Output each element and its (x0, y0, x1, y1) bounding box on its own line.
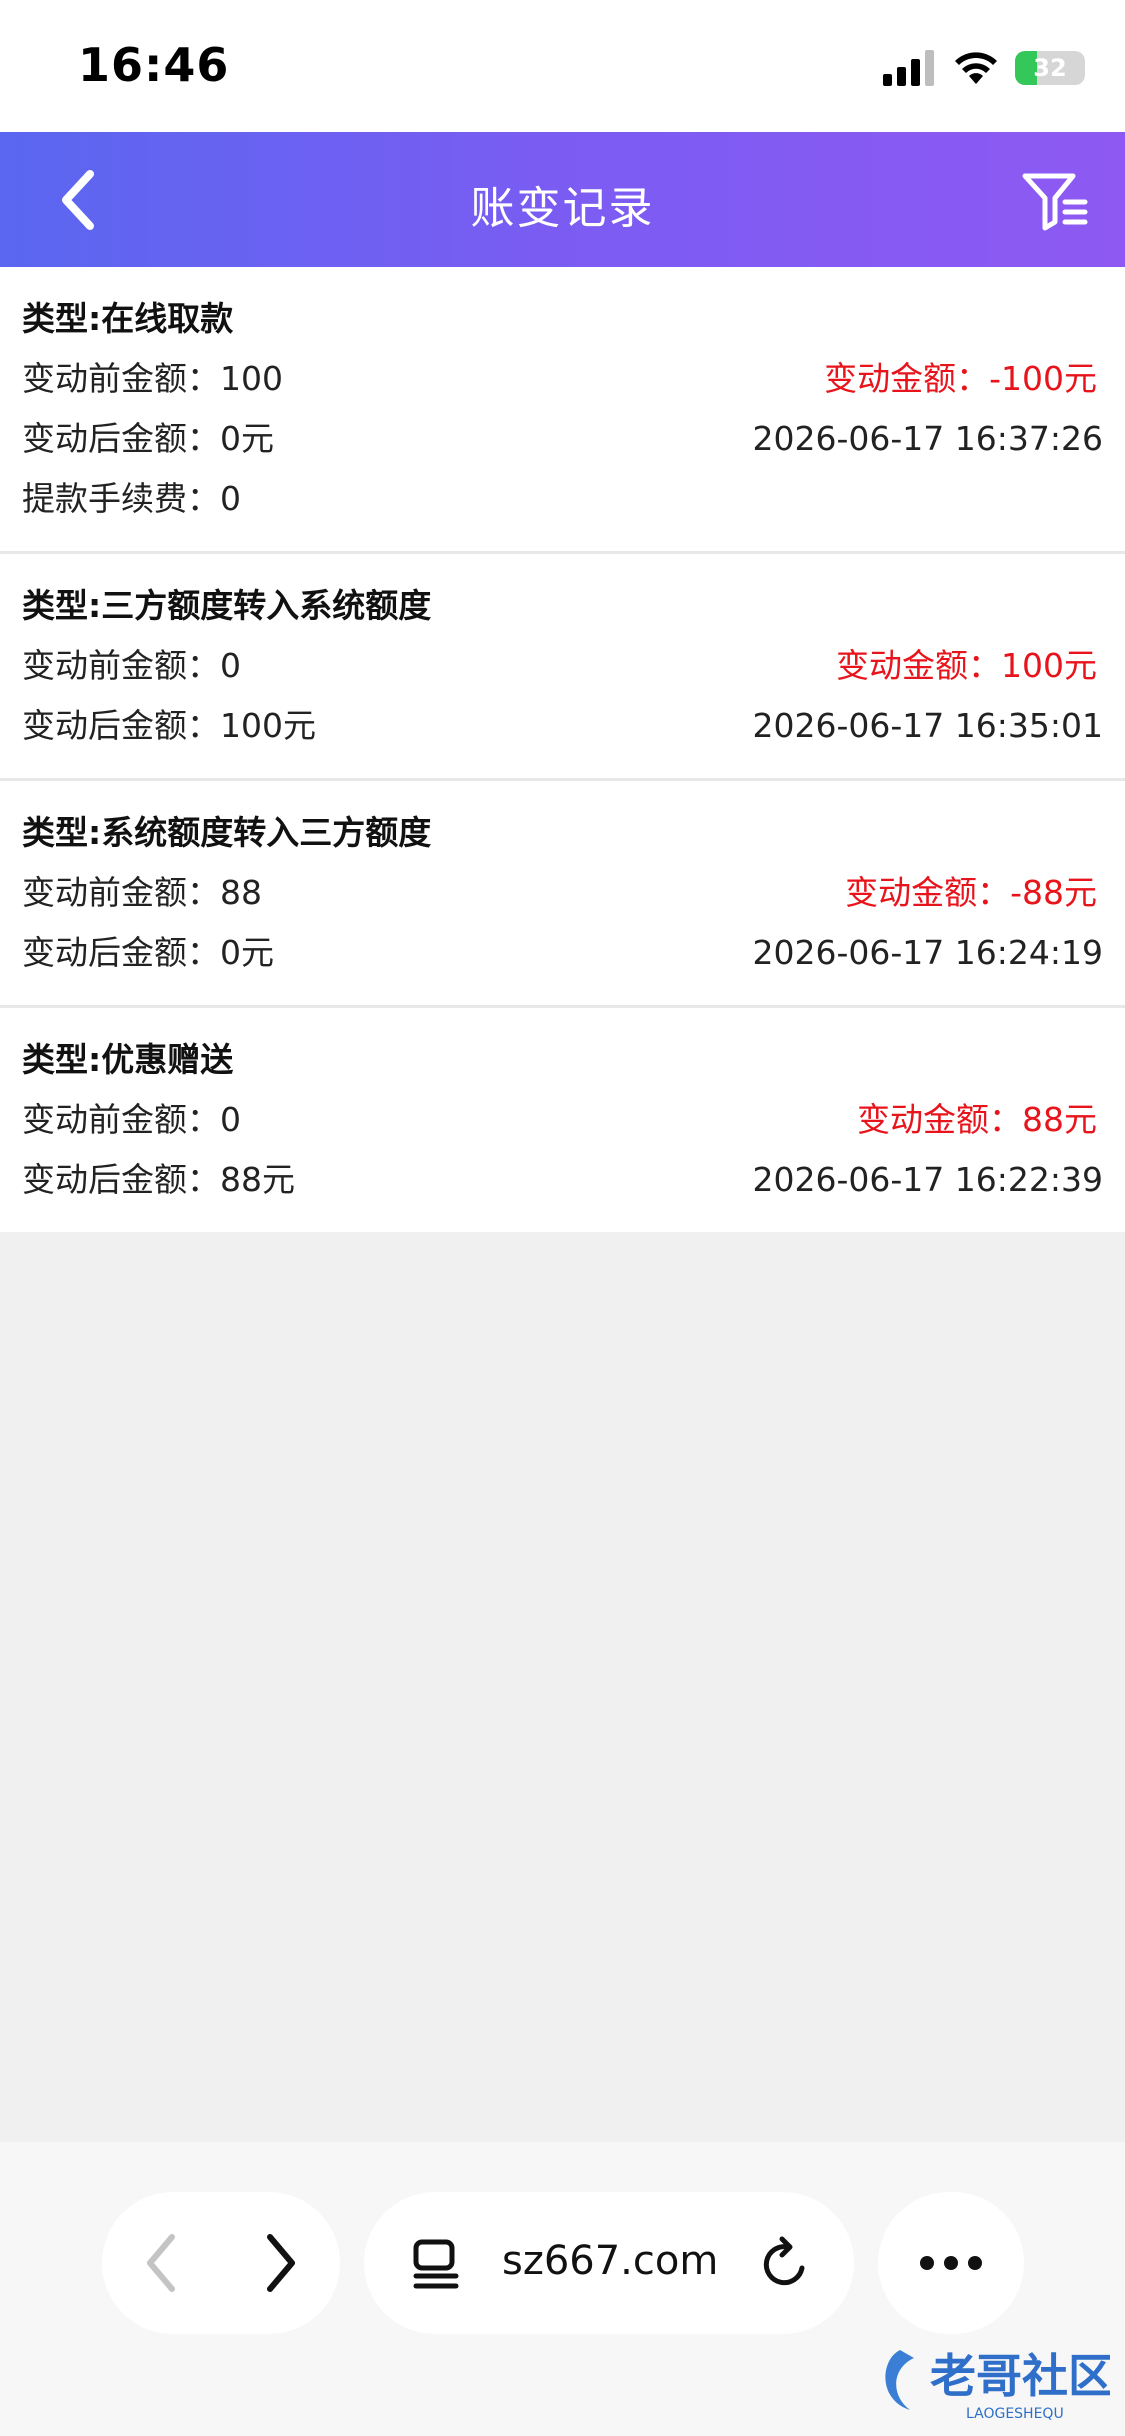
records-list: 类型:在线取款 变动前金额：100 变动金额：-100元 变动后金额：0元 20… (0, 267, 1125, 1232)
change-amount: 变动金额：-88元 (845, 873, 1097, 912)
page-header: 账变记录 (0, 132, 1125, 267)
record-row: 变动后金额：0元 2026-06-17 16:24:19 (22, 923, 1103, 983)
reload-button[interactable] (756, 2234, 816, 2294)
amount-after: 变动后金额：0元 (22, 933, 274, 972)
record-item: 类型:优惠赠送 变动前金额：0 变动金额：88元 变动后金额：88元 2026-… (0, 1008, 1125, 1232)
address-bar[interactable]: sz667.com (364, 2192, 854, 2334)
watermark-text: 老哥社区 (930, 2349, 1110, 2403)
record-time: 2026-06-17 16:24:19 (752, 933, 1103, 972)
record-item: 类型:在线取款 变动前金额：100 变动金额：-100元 变动后金额：0元 20… (0, 267, 1125, 554)
withdrawal-fee: 提款手续费：0 (22, 479, 241, 518)
chevron-left-icon (147, 2234, 175, 2292)
record-type: 类型:系统额度转入三方额度 (22, 813, 432, 852)
page-title: 账变记录 (470, 183, 655, 234)
reload-icon (763, 2236, 805, 2286)
record-time: 2026-06-17 16:22:39 (752, 1160, 1103, 1199)
record-type: 类型:在线取款 (22, 299, 234, 338)
tabs-button[interactable] (408, 2236, 464, 2292)
chevron-right-icon (267, 2234, 295, 2292)
filter-icon (1022, 173, 1088, 231)
status-bar: 16:46 32 (0, 0, 1125, 132)
battery-indicator: 32 (1015, 51, 1085, 85)
signal-icon (883, 50, 934, 86)
record-type: 类型:三方额度转入系统额度 (22, 586, 432, 625)
record-item: 类型:系统额度转入三方额度 变动前金额：88 变动金额：-88元 变动后金额：0… (0, 781, 1125, 1008)
wifi-icon (955, 52, 997, 84)
browser-back-button[interactable] (128, 2227, 198, 2299)
tabs-icon (413, 2239, 459, 2289)
change-amount: 变动金额：100元 (836, 646, 1097, 685)
record-row: 变动前金额：0 变动金额：88元 (22, 1090, 1103, 1150)
amount-after: 变动后金额：88元 (22, 1160, 295, 1199)
status-icons: 32 (883, 48, 1085, 88)
watermark-subtext: LAOGESHEQU (966, 2406, 1064, 2422)
more-icon (920, 2256, 982, 2270)
record-row: 变动后金额：100元 2026-06-17 16:35:01 (22, 696, 1103, 756)
record-row: 变动前金额：0 变动金额：100元 (22, 636, 1103, 696)
record-type: 类型:优惠赠送 (22, 1040, 234, 1079)
amount-before: 变动前金额：100 (22, 359, 283, 398)
url-text: sz667.com (502, 2238, 719, 2284)
record-row: 变动后金额：0元 2026-06-17 16:37:26 (22, 409, 1103, 469)
change-amount: 变动金额：-100元 (824, 359, 1097, 398)
amount-before: 变动前金额：0 (22, 1100, 241, 1139)
battery-level: 32 (1033, 54, 1067, 82)
amount-before: 变动前金额：0 (22, 646, 241, 685)
watermark-logo: 老哥社区 LAOGESHEQU (885, 2349, 1110, 2422)
more-button[interactable] (878, 2192, 1024, 2334)
amount-after: 变动后金额：0元 (22, 419, 274, 458)
amount-after: 变动后金额：100元 (22, 706, 316, 745)
filter-button[interactable] (1015, 162, 1095, 238)
record-row: 提款手续费：0 (22, 469, 1103, 529)
browser-forward-button[interactable] (244, 2227, 314, 2299)
amount-before: 变动前金额：88 (22, 873, 262, 912)
record-time: 2026-06-17 16:35:01 (752, 706, 1103, 745)
change-amount: 变动金额：88元 (857, 1100, 1097, 1139)
status-time: 16:46 (78, 38, 230, 92)
nav-controls (102, 2192, 340, 2334)
record-row: 变动后金额：88元 2026-06-17 16:22:39 (22, 1150, 1103, 1210)
record-item: 类型:三方额度转入系统额度 变动前金额：0 变动金额：100元 变动后金额：10… (0, 554, 1125, 781)
record-row: 变动前金额：88 变动金额：-88元 (22, 863, 1103, 923)
record-row: 变动前金额：100 变动金额：-100元 (22, 349, 1103, 409)
record-time: 2026-06-17 16:37:26 (752, 419, 1103, 458)
